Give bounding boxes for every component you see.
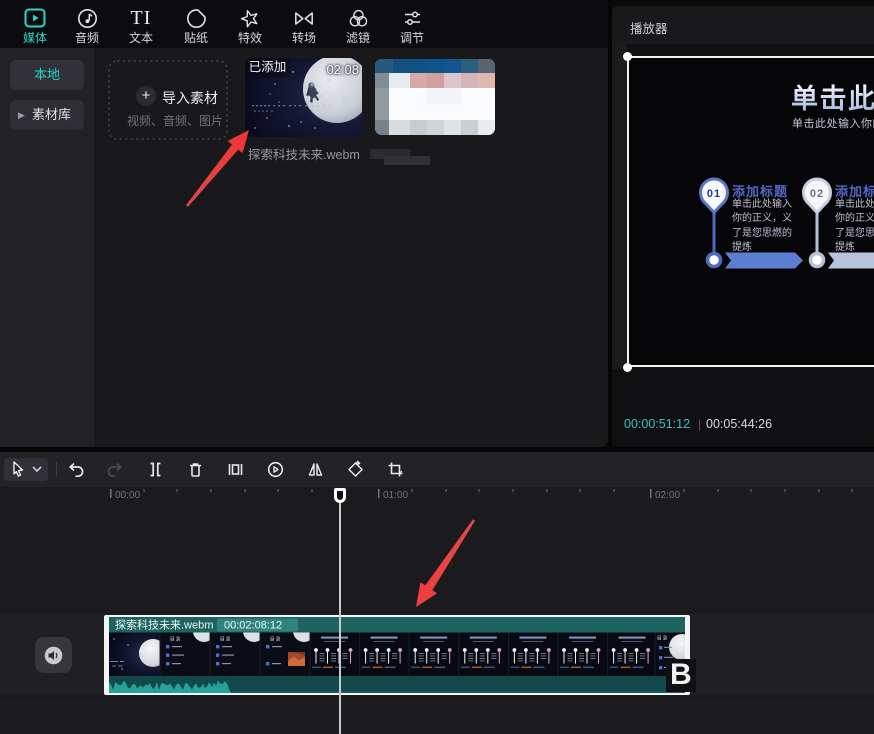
- svg-text:00:02:08:12: 00:02:08:12: [224, 620, 282, 632]
- svg-text:目 录: 目 录: [270, 636, 281, 643]
- svg-text:目 录: 目 录: [657, 635, 668, 642]
- svg-text:目 录: 目 录: [170, 636, 181, 643]
- svg-text:02: 02: [810, 188, 824, 200]
- svg-text:01: 01: [707, 188, 721, 200]
- svg-text:探索科技未来.webm: 探索科技未来.webm: [115, 618, 213, 632]
